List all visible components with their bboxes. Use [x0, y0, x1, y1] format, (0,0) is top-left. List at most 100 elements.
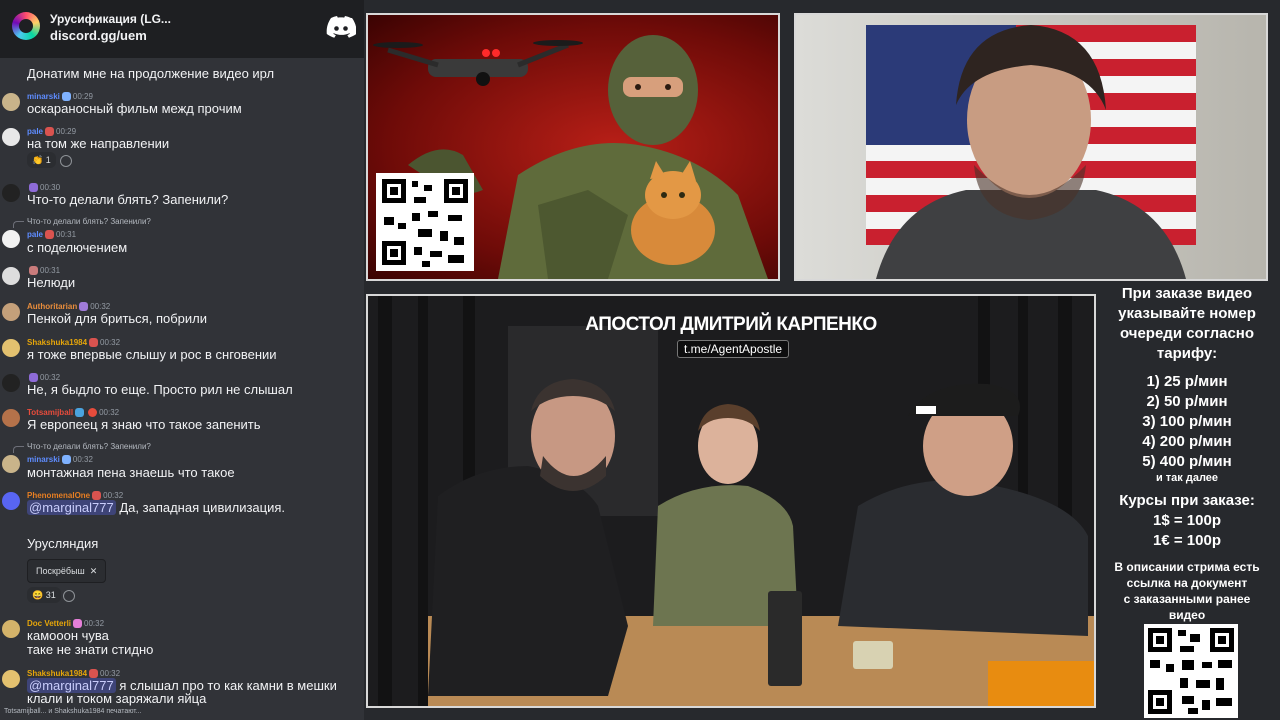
- message-text: Пенкой для бриться, побрили: [27, 311, 207, 326]
- timestamp: 00:31: [40, 266, 61, 275]
- message-meta: 00:30: [27, 183, 60, 193]
- tariff-line: 4) 200 р/мин: [1142, 433, 1232, 450]
- reply-preview[interactable]: Что-то делали блять? Запенили?: [13, 217, 151, 228]
- username[interactable]: Doc Vetterli: [27, 619, 71, 628]
- reaction[interactable]: 😄 31: [27, 587, 61, 603]
- description-line: В описании стрима есть: [1114, 560, 1260, 574]
- username[interactable]: pale: [27, 127, 43, 136]
- tariff-line: 3) 100 р/мин: [1142, 413, 1232, 430]
- chat-header: Урусификация (LG... discord.gg/uem: [0, 0, 364, 58]
- timestamp: 00:29: [72, 92, 93, 101]
- avatar[interactable]: [2, 620, 20, 638]
- timestamp: 00:32: [100, 669, 121, 678]
- invite-link[interactable]: discord.gg/uem: [50, 28, 147, 43]
- message-meta: pale 00:31: [27, 230, 77, 240]
- add-reaction-icon[interactable]: [63, 590, 75, 602]
- avatar[interactable]: [2, 409, 20, 427]
- username[interactable]: Totsamijball: [27, 408, 73, 417]
- username[interactable]: PhenomenalOne: [27, 491, 90, 500]
- server-icon[interactable]: [12, 12, 40, 40]
- reaction-count: 31: [45, 590, 56, 600]
- reply-preview[interactable]: Что-то делали блять? Запенили?: [13, 442, 151, 453]
- drone-icon: [373, 40, 583, 86]
- attachment-label: Поскрёбыш: [36, 566, 85, 576]
- message-meta: PhenomenalOne 00:32: [27, 491, 124, 501]
- message-text: Нелюди: [27, 275, 76, 290]
- typing-indicator: Totsamijball... и Shakshuka1984 печатают…: [4, 708, 142, 715]
- timestamp: 00:31: [56, 230, 77, 239]
- info-heading-line: тарифу:: [1156, 345, 1218, 362]
- message-text: клали и током заряжали яйца: [27, 691, 207, 706]
- message-meta: Doc Vetterli 00:32: [27, 619, 105, 629]
- avatar[interactable]: [2, 374, 20, 392]
- add-reaction-icon[interactable]: [60, 155, 72, 167]
- message-text: Что-то делали блять? Запенили?: [27, 192, 229, 207]
- tariff-etc: и так далее: [1155, 472, 1219, 484]
- message-meta: Totsamijball 00:32: [27, 408, 120, 418]
- chat-panel: Урусификация (LG... discord.gg/uem Донат…: [0, 0, 364, 720]
- message-text: таке не знати стидно: [27, 642, 154, 657]
- avatar[interactable]: [2, 267, 20, 285]
- server-name[interactable]: Урусификация (LG...: [50, 12, 171, 26]
- timestamp: 00:29: [56, 127, 77, 136]
- message-meta: 00:32: [27, 373, 60, 383]
- username[interactable]: minarski: [27, 92, 60, 101]
- message-text: с поделючением: [27, 240, 128, 255]
- message-meta: minarski 00:32: [27, 455, 93, 465]
- timestamp: 00:32: [90, 302, 111, 311]
- reaction[interactable]: 👏 1: [27, 152, 56, 168]
- description-line: ссылка на документ: [1126, 576, 1248, 590]
- avatar[interactable]: [2, 455, 20, 473]
- rate-line: 1$ = 100р: [1153, 512, 1221, 529]
- message-meta: pale 00:29: [27, 127, 77, 137]
- timestamp: 00:32: [103, 491, 124, 500]
- username[interactable]: minarski: [27, 455, 60, 464]
- message-meta: Shakshuka1984 00:32: [27, 338, 121, 348]
- avatar[interactable]: [2, 339, 20, 357]
- attachment-chip[interactable]: Поскрёбыш ✕: [27, 559, 107, 583]
- info-heading-line: очереди согласно: [1119, 325, 1255, 342]
- webcam-feed: [794, 13, 1268, 281]
- timestamp: 00:32: [72, 455, 93, 464]
- avatar[interactable]: [2, 670, 20, 688]
- avatar[interactable]: [2, 184, 20, 202]
- username[interactable]: Shakshuka1984: [27, 338, 87, 347]
- avatar[interactable]: [2, 492, 20, 510]
- description-line: видео: [1168, 608, 1206, 622]
- timestamp: 00:32: [99, 408, 120, 417]
- username[interactable]: Authoritarian: [27, 302, 77, 311]
- message-text: Урусляндия: [27, 536, 99, 551]
- description-line: с заказанными ранее: [1123, 592, 1251, 606]
- message-meta: minarski 00:29: [27, 92, 93, 102]
- username[interactable]: Shakshuka1984: [27, 669, 87, 678]
- message-body: Да, западная цивилизация.: [119, 500, 286, 515]
- tariff-line: 5) 400 р/мин: [1142, 453, 1232, 470]
- username[interactable]: pale: [27, 230, 43, 239]
- stream-title: АПОСТОЛ ДМИТРИЙ КАРПЕНКО: [585, 314, 877, 335]
- message-text: @marginal777 Да, западная цивилизация.: [27, 500, 285, 515]
- message-text: Донатим мне на продолжение видео ирл: [27, 66, 275, 81]
- discord-icon: [326, 16, 356, 38]
- webcam-scene: [866, 25, 1196, 279]
- telegram-link[interactable]: t.me/AgentApostle: [677, 340, 790, 358]
- timestamp: 00:32: [84, 619, 105, 628]
- message-text: камооон чува: [27, 628, 109, 643]
- user-mention[interactable]: @marginal777: [27, 500, 116, 515]
- avatar[interactable]: [2, 230, 20, 248]
- info-heading-line: При заказе видео: [1121, 285, 1253, 302]
- message-text: Не, я быдло то еще. Просто рил не слышал: [27, 382, 293, 397]
- stream-video: АПОСТОЛ ДМИТРИЙ КАРПЕНКО t.me/AgentApost…: [366, 294, 1096, 708]
- message-meta: 00:31: [27, 266, 61, 276]
- qr-code-icon: [376, 173, 474, 271]
- badge-icon: [61, 455, 71, 465]
- message-text: я тоже впервые слышу и рос в снговении: [27, 347, 277, 362]
- avatar[interactable]: [2, 93, 20, 111]
- reaction-count: 1: [45, 155, 51, 165]
- avatar[interactable]: [2, 128, 20, 146]
- message-meta: Authoritarian 00:32: [27, 302, 111, 312]
- avatar[interactable]: [2, 303, 20, 321]
- timestamp: 00:32: [100, 338, 121, 347]
- tariff-line: 1) 25 р/мин: [1146, 373, 1228, 390]
- poster-illustration: [373, 35, 768, 279]
- qr-code-icon: [1144, 624, 1238, 718]
